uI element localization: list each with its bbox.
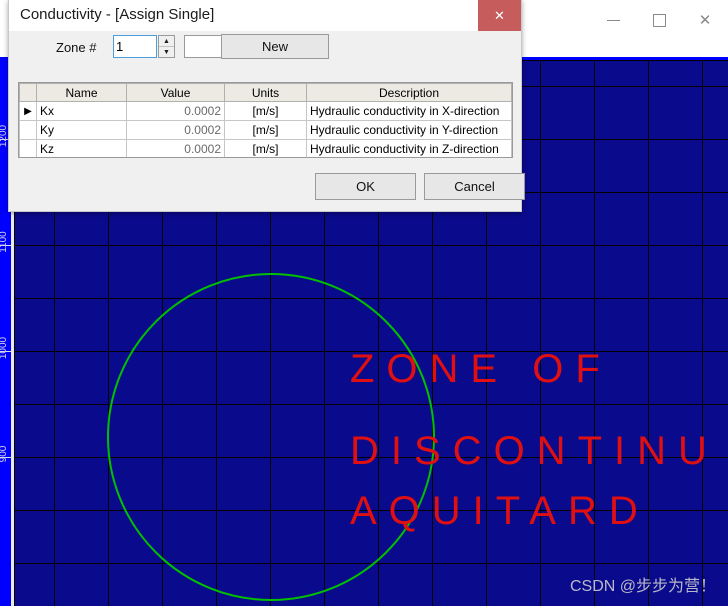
cell-units: [m/s] [224,101,307,121]
cell-value[interactable]: 0.0002 [126,120,225,140]
grid-line-horizontal [14,245,728,246]
minimize-icon [606,19,620,21]
cell-description: Hydraulic conductivity in Z-direction [306,139,512,157]
column-header-units[interactable]: Units [224,83,307,102]
cell-name: Kx [36,101,127,121]
column-header-selector[interactable] [19,83,37,102]
cancel-button[interactable]: Cancel [424,173,525,200]
conductivity-dialog: Conductivity - [Assign Single] ✕ Zone # … [8,0,525,212]
cell-value[interactable]: 0.0002 [126,101,225,121]
cell-units: [m/s] [224,139,307,157]
zone-number-stepper[interactable]: ▲ ▼ [158,35,175,58]
ruler-label: 1100 [0,231,9,253]
new-button[interactable]: New [221,34,329,59]
canvas-annotation-line-1: ZONE OF [350,347,612,391]
column-header-description[interactable]: Description [306,83,512,102]
cell-name: Kz [36,139,127,157]
column-header-name[interactable]: Name [36,83,127,102]
maximize-icon [652,13,666,27]
cell-name: Ky [36,120,127,140]
row-selector[interactable]: ▶ [19,101,37,121]
canvas-annotation-line-2: DISCONTINU [350,429,719,473]
dialog-title: Conductivity - [Assign Single] [20,6,215,23]
grid-line-vertical [702,60,703,606]
watermark: CSDN @步步为营！ [569,578,716,595]
column-header-value[interactable]: Value [126,83,225,102]
table-header-row: Name Value Units Description [19,83,512,102]
zone-number-input[interactable] [113,35,157,58]
canvas-annotation-line-3: AQUITARD [350,489,650,533]
stepper-down-icon[interactable]: ▼ [159,47,174,57]
cell-units: [m/s] [224,120,307,140]
minimize-button[interactable] [590,0,636,40]
close-icon: ✕ [494,7,505,23]
zone-name-field[interactable] [184,35,226,58]
row-selector[interactable] [19,139,37,157]
table-row[interactable]: ▶ Kx 0.0002 [m/s] Hydraulic conductivity… [19,101,512,121]
table-row[interactable]: Ky 0.0002 [m/s] Hydraulic conductivity i… [19,120,512,140]
grid-line-horizontal [14,298,728,299]
dialog-titlebar[interactable]: Conductivity - [Assign Single] ✕ [9,0,521,31]
cell-description: Hydraulic conductivity in X-direction [306,101,512,121]
close-icon: ✕ [698,11,712,29]
cell-description: Hydraulic conductivity in Y-direction [306,120,512,140]
ruler-label: 900 [0,445,9,463]
dialog-close-button[interactable]: ✕ [478,0,521,31]
zone-number-label: Zone # [56,40,97,55]
cell-value[interactable]: 0.0002 [126,139,225,157]
stepper-up-icon[interactable]: ▲ [159,36,174,47]
row-selector[interactable] [19,120,37,140]
conductivity-table[interactable]: Name Value Units Description ▶ Kx 0.0002… [18,82,513,158]
ruler-label: 1000 [0,336,9,360]
close-button[interactable]: ✕ [682,0,728,40]
zone-row: Zone # ▲ ▼ New [9,31,521,66]
row-selected-arrow-icon: ▶ [24,105,32,117]
ok-button[interactable]: OK [315,173,416,200]
table-row[interactable]: Kz 0.0002 [m/s] Hydraulic conductivity i… [19,139,512,157]
maximize-button[interactable] [636,0,682,40]
